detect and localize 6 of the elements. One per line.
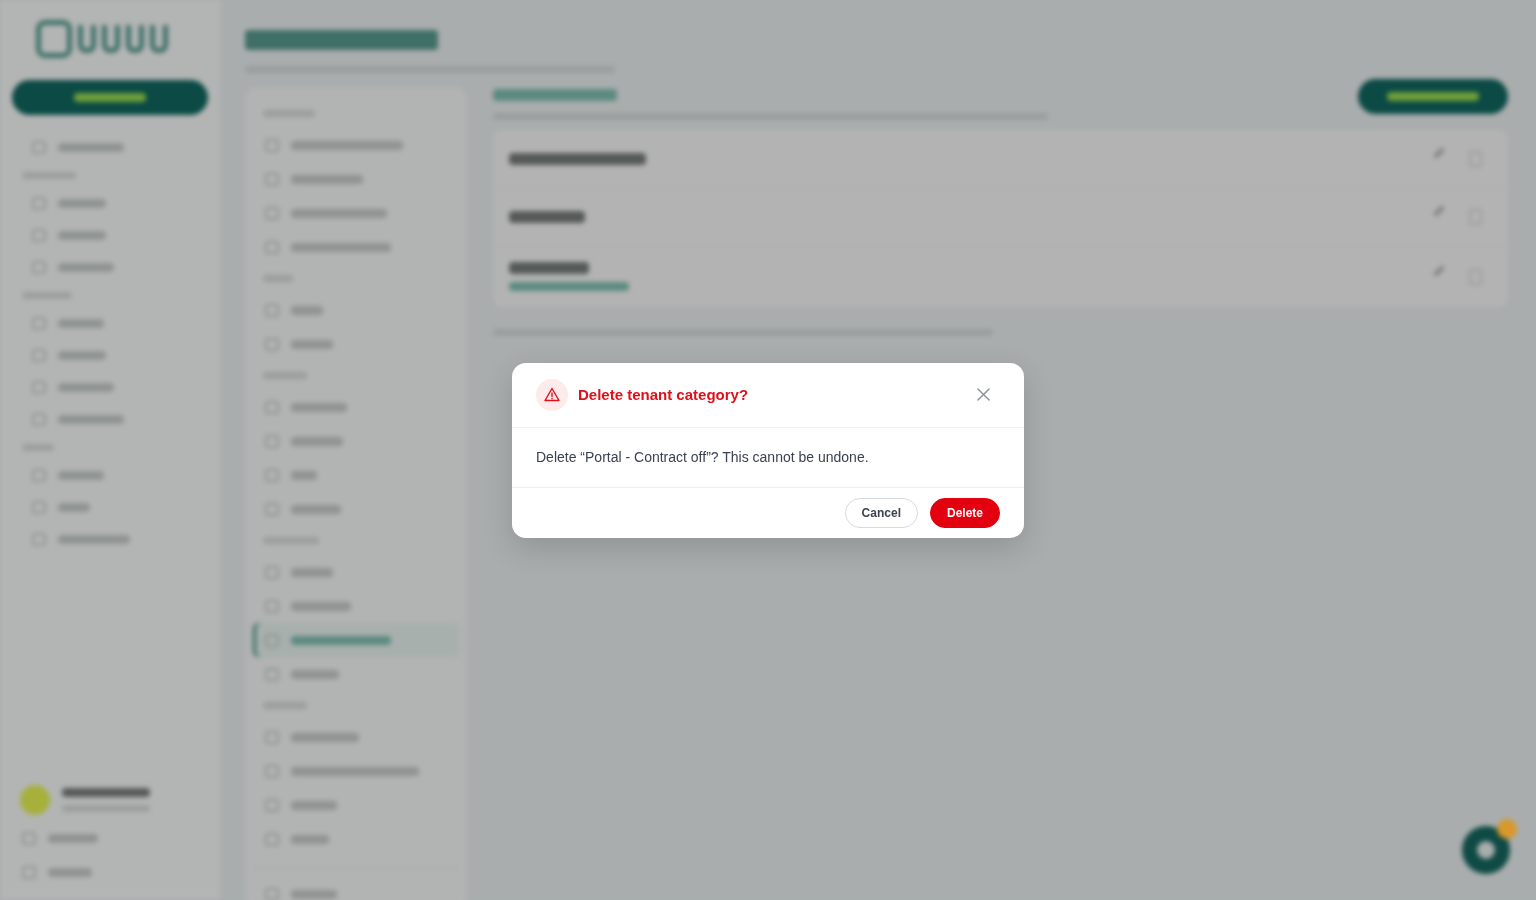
close-icon <box>976 388 990 401</box>
dialog-message: Delete “Portal - Contract off”? This cannot be undone. <box>536 447 870 467</box>
delete-button[interactable]: Delete <box>929 497 1000 528</box>
cancel-button[interactable]: Cancel <box>844 497 918 528</box>
warning-icon <box>536 378 568 411</box>
dialog-title: Delete tenant category? <box>578 386 750 403</box>
